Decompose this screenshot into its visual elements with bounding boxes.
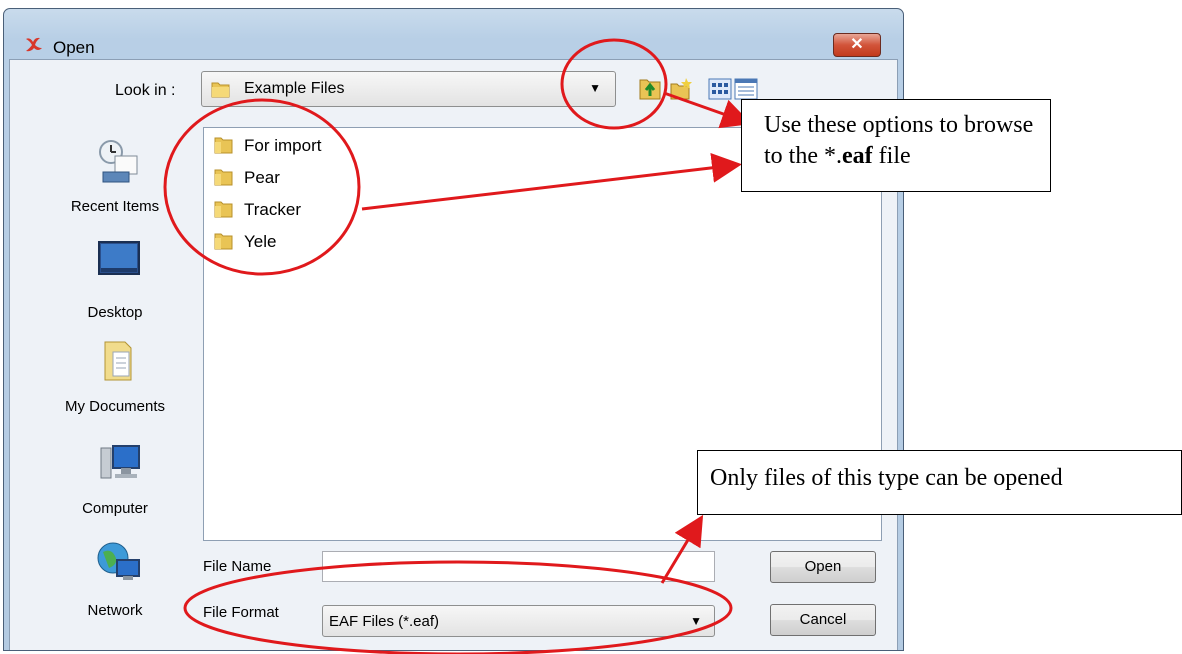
- folder-icon: [214, 169, 233, 186]
- callout-text: Only files of this type can be opened: [710, 465, 1063, 491]
- callout-text-line2: to the *.eaf file: [764, 141, 1050, 172]
- place-label: Recent Items: [70, 198, 160, 215]
- place-my-documents[interactable]: My Documents: [55, 336, 175, 415]
- file-name: Yele: [244, 232, 277, 251]
- recent-items-icon: [99, 140, 138, 183]
- place-computer[interactable]: Computer: [55, 438, 175, 517]
- look-in-label: Look in :: [115, 82, 176, 99]
- callout-text-suffix: file: [872, 143, 911, 169]
- file-format-dropdown[interactable]: EAF Files (*.eaf) ▼: [322, 605, 715, 637]
- browse-callout: Use these options to browse to the *.eaf…: [741, 99, 1051, 192]
- window-title: Open: [53, 38, 95, 57]
- computer-icon: [100, 445, 140, 479]
- place-network[interactable]: Network: [55, 538, 175, 619]
- my-documents-icon: [104, 341, 132, 381]
- look-in-value: Example Files: [244, 80, 345, 97]
- file-name: Pear: [244, 168, 280, 187]
- file-format-label: File Format: [203, 604, 279, 621]
- place-label: Desktop: [87, 304, 143, 321]
- place-recent-items[interactable]: Recent Items: [55, 138, 175, 215]
- folder-icon: [214, 233, 233, 250]
- elan-app-icon: [26, 37, 42, 52]
- place-label: Computer: [82, 500, 148, 517]
- callout-text-prefix: to the *.: [764, 143, 842, 169]
- cancel-button[interactable]: Cancel: [770, 604, 876, 636]
- chevron-down-icon: ▼: [690, 614, 702, 628]
- chevron-down-icon: ▼: [589, 81, 601, 95]
- file-name: For import: [244, 136, 322, 155]
- folder-icon: [214, 201, 233, 218]
- desktop-icon: [98, 241, 140, 275]
- folder-icon: [214, 137, 233, 154]
- place-label: My Documents: [64, 398, 166, 415]
- places-bar: Recent Items Desktop My Documents Comput…: [55, 128, 175, 638]
- new-folder-icon[interactable]: [669, 74, 693, 102]
- title-bar[interactable]: Open ✕: [4, 9, 903, 59]
- details-view-icon[interactable]: [734, 74, 758, 102]
- file-name-label: File Name: [203, 558, 272, 575]
- callout-text-extension: eaf: [842, 143, 873, 169]
- up-one-level-icon[interactable]: [638, 74, 662, 102]
- close-button[interactable]: ✕: [833, 33, 881, 57]
- file-name-input[interactable]: [322, 551, 715, 582]
- place-desktop[interactable]: Desktop: [55, 238, 175, 321]
- look-in-dropdown[interactable]: Example Files ▼: [201, 71, 616, 107]
- folder-icon: [211, 82, 230, 98]
- list-view-icon[interactable]: [708, 74, 732, 102]
- file-name: Tracker: [244, 200, 301, 219]
- open-button[interactable]: Open: [770, 551, 876, 583]
- file-type-callout: Only files of this type can be opened: [697, 450, 1182, 515]
- network-icon: [97, 542, 140, 580]
- callout-text-line1: Use these options to browse: [764, 112, 1034, 138]
- file-format-value: EAF Files (*.eaf): [329, 613, 440, 630]
- place-label: Network: [87, 602, 143, 619]
